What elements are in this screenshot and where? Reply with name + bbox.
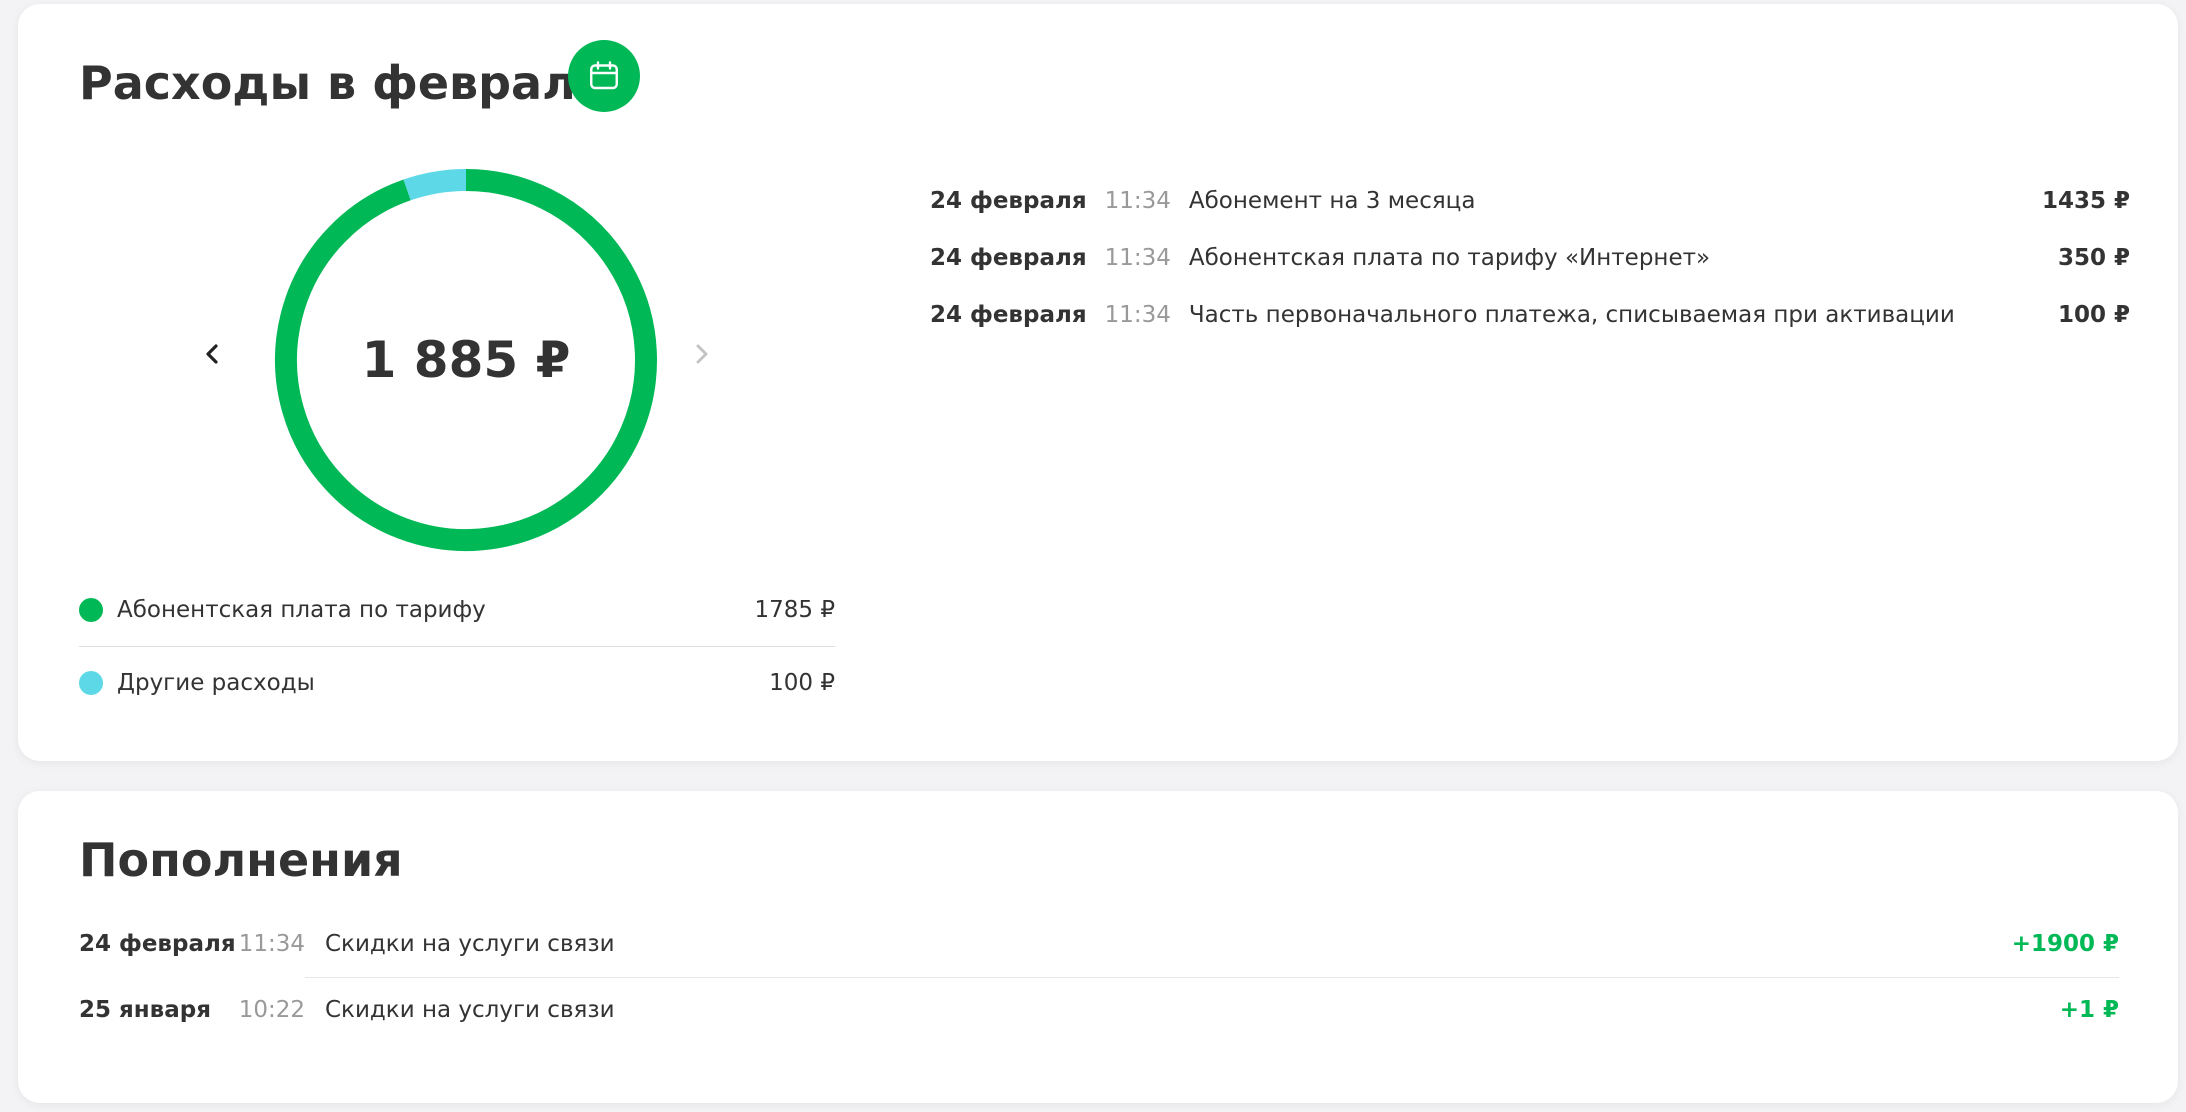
transaction-time: 11:34 [1104, 244, 1171, 271]
next-month-button[interactable] [678, 330, 726, 378]
transaction-time: 11:34 [1104, 301, 1171, 328]
transaction-description: Абонентская плата по тарифу «Интернет» [1188, 244, 1711, 271]
transaction-date: 24 февраля [930, 187, 1087, 214]
topup-amount: +1900 ₽ [2011, 931, 2119, 957]
topup-row[interactable]: 24 февраля 11:34 Скидки на услуги связи … [79, 911, 2119, 977]
topup-amount: +1 ₽ [2059, 997, 2119, 1023]
legend-dot [79, 598, 103, 622]
calendar-button[interactable] [568, 40, 640, 112]
calendar-icon [590, 61, 618, 90]
legend-dot [79, 671, 103, 695]
topup-row[interactable]: 25 января 10:22 Скидки на услуги связи +… [79, 977, 2119, 1043]
topup-date: 25 января [79, 997, 211, 1023]
transaction-amount: 350 ₽ [2057, 244, 2130, 271]
topups-list: 24 февраля 11:34 Скидки на услуги связи … [79, 911, 2119, 1043]
transaction-amount: 1435 ₽ [2041, 187, 2130, 214]
expenses-total: 1 885 ₽ [361, 331, 571, 389]
chevron-left-icon [206, 344, 218, 364]
transaction-amount: 100 ₽ [2057, 301, 2130, 328]
legend-label: Другие расходы [117, 670, 315, 696]
topup-description: Скидки на услуги связи [325, 931, 615, 957]
transaction-time: 11:34 [1104, 187, 1171, 214]
transaction-row[interactable]: 24 февраля 11:34 Абонемент на 3 месяца 1… [930, 172, 2130, 229]
transaction-date: 24 февраля [930, 244, 1087, 271]
legend-item: Абонентская плата по тарифу 1785 ₽ [79, 574, 835, 646]
legend-label: Абонентская плата по тарифу [117, 597, 486, 623]
legend-value: 100 ₽ [769, 670, 835, 696]
topups-title: Пополнения [79, 833, 403, 887]
transaction-description: Абонемент на 3 месяца [1188, 187, 1476, 214]
transaction-row[interactable]: 24 февраля 11:34 Часть первоначального п… [930, 286, 2130, 343]
topup-date: 24 февраля [79, 931, 236, 957]
topups-card: Пополнения 24 февраля 11:34 Скидки на ус… [18, 791, 2178, 1103]
transaction-row[interactable]: 24 февраля 11:34 Абонентская плата по та… [930, 229, 2130, 286]
chevron-right-icon [696, 344, 708, 364]
transaction-description: Часть первоначального платежа, списываем… [1188, 301, 1955, 328]
transaction-date: 24 февраля [930, 301, 1087, 328]
topup-description: Скидки на услуги связи [325, 997, 615, 1023]
legend-item: Другие расходы 100 ₽ [79, 646, 835, 719]
topup-time: 11:34 [238, 931, 305, 957]
expenses-donut-chart: 1 885 ₽ [264, 158, 668, 562]
expenses-legend: Абонентская плата по тарифу 1785 ₽ Други… [79, 574, 835, 719]
expenses-transactions: 24 февраля 11:34 Абонемент на 3 месяца 1… [930, 172, 2130, 343]
expenses-title: Расходы в феврале [79, 56, 607, 110]
expenses-card: Расходы в феврале 1 885 ₽ Абонентская пл… [18, 4, 2178, 761]
prev-month-button[interactable] [188, 330, 236, 378]
legend-value: 1785 ₽ [754, 597, 835, 623]
topup-time: 10:22 [238, 997, 305, 1023]
